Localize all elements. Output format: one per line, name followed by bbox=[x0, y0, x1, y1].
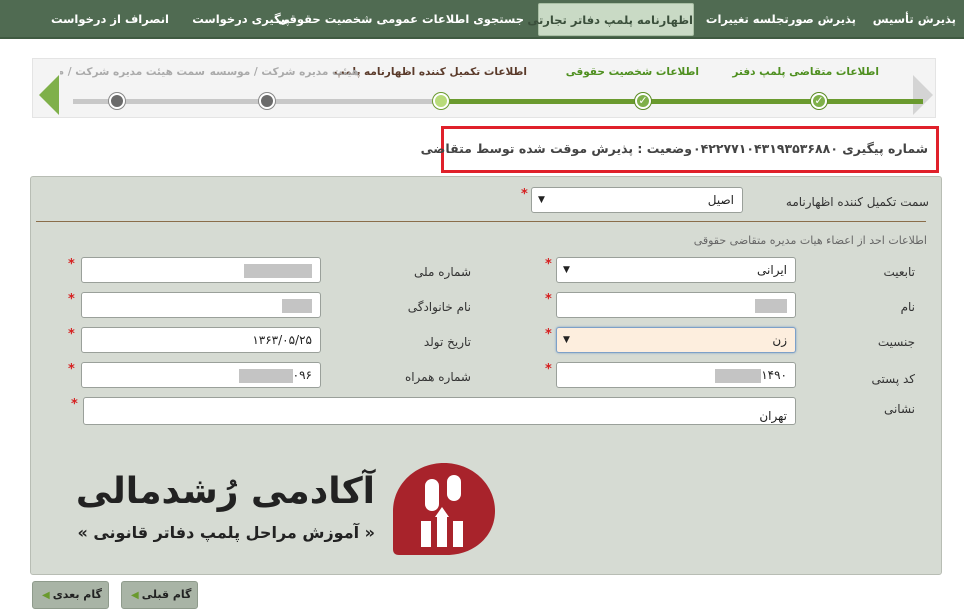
divider bbox=[36, 221, 926, 222]
nationality-label: تابعیت bbox=[883, 265, 915, 279]
next-step-button[interactable]: گام بعدی◀ bbox=[32, 581, 109, 609]
tracking-number: شماره پیگیری ۰۴۲۲۷۷۱۰۴۳۱۹۳۵۳۶۸۸۰ bbox=[692, 141, 928, 156]
required-marker: * bbox=[68, 292, 75, 307]
national-id-label: شماره ملی bbox=[414, 265, 471, 279]
gender-select[interactable]: زن ▼ bbox=[556, 327, 796, 353]
required-marker: * bbox=[545, 257, 552, 272]
national-id-field[interactable] bbox=[81, 257, 321, 283]
wizard-track-complete bbox=[443, 99, 923, 104]
name-field[interactable] bbox=[556, 292, 796, 318]
wizard-step-3-label[interactable]: اطلاعات تکمیل کننده اظهارنامه پلمپ bbox=[334, 66, 527, 78]
chevron-down-icon: ▼ bbox=[563, 335, 570, 345]
required-marker: * bbox=[521, 187, 528, 202]
request-status: وضعیت : پذیرش موقت شده توسط متقاضی bbox=[420, 141, 692, 156]
arrow-left-icon: ◀ bbox=[42, 590, 50, 601]
academy-logo-subtitle: « آموزش مراحل پلمپ دفاتر قانونی » bbox=[77, 523, 375, 542]
birth-date-field[interactable]: ۱۳۶۳/۰۵/۲۵ bbox=[81, 327, 321, 353]
mobile-label: شماره همراه bbox=[404, 370, 471, 384]
wizard-step-5-dot-icon[interactable] bbox=[109, 93, 125, 109]
status-box: شماره پیگیری ۰۴۲۲۷۷۱۰۴۳۱۹۳۵۳۶۸۸۰ وضعیت :… bbox=[421, 126, 939, 173]
chevron-down-icon: ▼ bbox=[563, 265, 570, 275]
academy-logo: آکادمی رُشدمالی « آموزش مراحل پلمپ دفاتر… bbox=[76, 461, 499, 557]
wizard-next-arrow-icon[interactable] bbox=[913, 75, 933, 115]
required-marker: * bbox=[71, 397, 78, 412]
postal-code-label: کد پستی bbox=[871, 372, 916, 386]
birth-date-label: تاریخ تولد bbox=[423, 335, 471, 349]
role-select[interactable]: اصیل ▼ bbox=[531, 187, 743, 213]
required-marker: * bbox=[68, 362, 75, 377]
wizard-step-4-dot-icon[interactable] bbox=[259, 93, 275, 109]
required-marker: * bbox=[545, 327, 552, 342]
redacted-value bbox=[238, 368, 293, 383]
section-title: اطلاعات احد از اعضاء هیات مدیره متقاضی ح… bbox=[693, 234, 927, 247]
redacted-value bbox=[282, 298, 312, 313]
wizard-step-1-label[interactable]: اطلاعات متقاضی پلمپ دفتر bbox=[732, 66, 879, 78]
required-marker: * bbox=[68, 257, 75, 272]
gender-label: جنسیت bbox=[877, 335, 915, 349]
arrow-left-icon: ◀ bbox=[131, 590, 139, 601]
top-nav: پذیرش تأسیس پذیرش صورتجلسه تغییرات اظهار… bbox=[0, 0, 964, 39]
wizard-prev-arrow-icon[interactable] bbox=[39, 75, 59, 115]
nav-item-cancel[interactable]: انصراف از درخواست bbox=[51, 3, 169, 36]
family-name-field[interactable] bbox=[81, 292, 321, 318]
nav-item-ledger-seal[interactable]: اظهارنامه پلمپ دفاتر تجارتی bbox=[527, 3, 694, 36]
chevron-down-icon: ▼ bbox=[538, 195, 545, 205]
required-marker: * bbox=[68, 327, 75, 342]
wizard-step-5-label[interactable]: سمت هیئت مدیره شرکت / م bbox=[60, 66, 205, 78]
mobile-field[interactable]: ۰۹۶ bbox=[81, 362, 321, 388]
prev-step-button[interactable]: گام قبلی◀ bbox=[121, 581, 199, 609]
family-name-label: نام خانوادگی bbox=[407, 300, 471, 314]
address-label: نشانی bbox=[883, 402, 915, 416]
academy-logo-title: آکادمی رُشدمالی bbox=[75, 471, 375, 512]
role-label: سمت تکمیل کننده اظهارنامه bbox=[785, 195, 929, 209]
nav-item-track[interactable]: پیگیری درخواست bbox=[186, 3, 296, 36]
nav-item-registration[interactable]: پذیرش تأسیس bbox=[873, 3, 956, 36]
wizard-step-1-check-icon[interactable]: ✓ bbox=[811, 93, 827, 109]
academy-logo-icon bbox=[393, 463, 495, 555]
redacted-value bbox=[244, 263, 312, 278]
wizard-step-2-label[interactable]: اطلاعات شخصیت حقوقی bbox=[566, 66, 699, 78]
wizard-step-2-check-icon[interactable]: ✓ bbox=[635, 93, 651, 109]
address-field[interactable]: تهران bbox=[83, 397, 796, 425]
nationality-select[interactable]: ایرانی ▼ bbox=[556, 257, 796, 283]
redacted-value bbox=[755, 298, 787, 313]
name-label: نام bbox=[900, 300, 915, 314]
wizard-progress: اطلاعات متقاضی پلمپ دفتر ✓ اطلاعات شخصیت… bbox=[32, 58, 936, 118]
wizard-step-4-label[interactable]: هیئت مدیره شرکت / موسسه bbox=[210, 66, 359, 78]
redacted-value bbox=[715, 368, 762, 383]
nav-item-search-legal[interactable]: جستجوی اطلاعات عمومی شخصیت حقوقی bbox=[278, 3, 524, 36]
form-panel: سمت تکمیل کننده اظهارنامه اصیل ▼ * اطلاع… bbox=[30, 176, 942, 575]
required-marker: * bbox=[545, 362, 552, 377]
wizard-step-3-dot-icon[interactable] bbox=[433, 93, 449, 109]
required-marker: * bbox=[545, 292, 552, 307]
postal-code-field[interactable]: ۱۴۹۰ bbox=[556, 362, 796, 388]
nav-item-minutes[interactable]: پذیرش صورتجلسه تغییرات bbox=[706, 3, 856, 36]
